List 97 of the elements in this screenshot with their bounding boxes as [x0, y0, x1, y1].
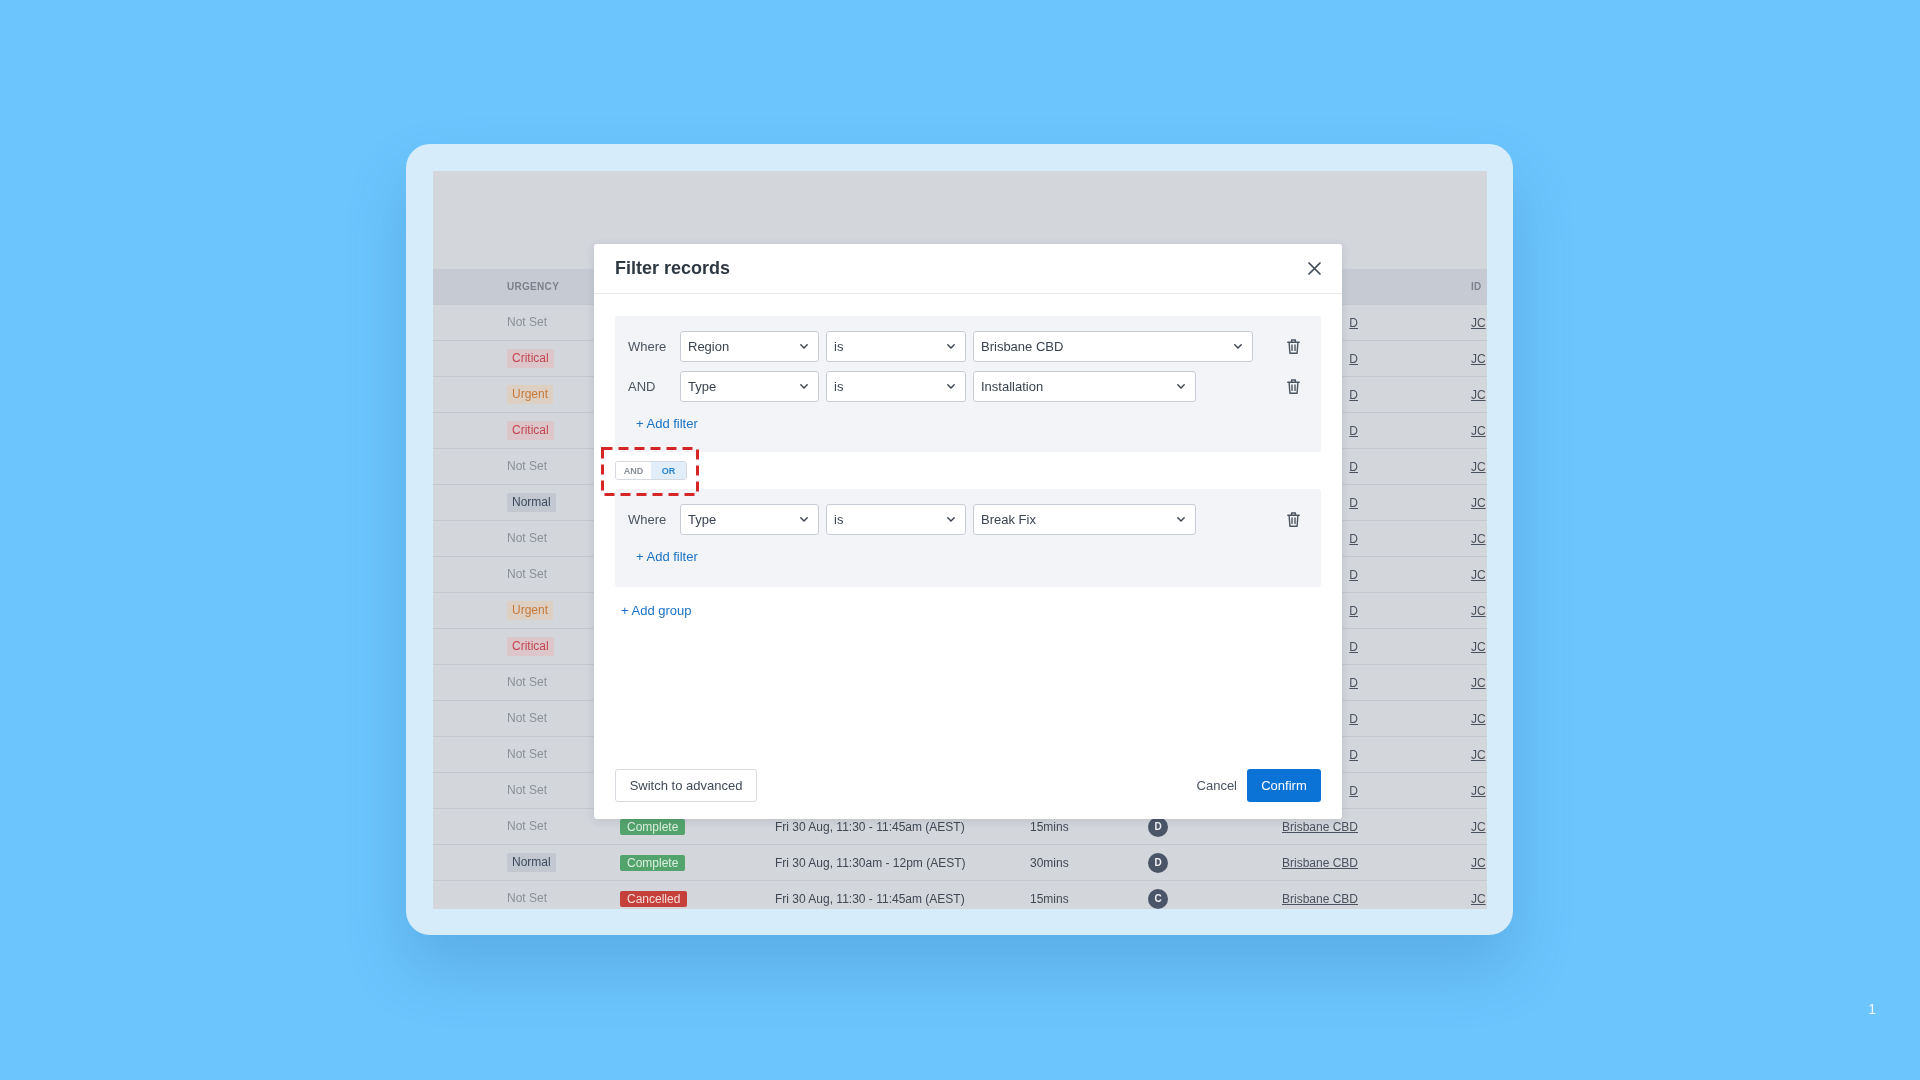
dialog-title: Filter records — [615, 258, 731, 279]
duration-text: 15mins — [1030, 891, 1069, 906]
id-link[interactable]: JC — [1471, 423, 1486, 438]
id-link[interactable]: JC — [1471, 351, 1486, 366]
region-link[interactable]: D — [1349, 387, 1358, 402]
urgency-text: Not Set — [507, 783, 548, 798]
urgency-tag: Critical — [507, 637, 554, 656]
add-filter-link[interactable]: + Add filter — [636, 415, 698, 432]
cancel-button[interactable]: Cancel — [1194, 769, 1239, 802]
urgency-text: Not Set — [507, 891, 548, 906]
region-link[interactable]: Brisbane CBD — [1281, 819, 1358, 834]
region-link[interactable]: D — [1349, 423, 1358, 438]
value-select[interactable]: Break Fix — [973, 504, 1196, 535]
operator-select[interactable]: is — [826, 371, 966, 402]
toggle-option[interactable]: OR — [651, 462, 686, 479]
chevron-down-icon — [800, 517, 808, 522]
duration-text: 15mins — [1030, 819, 1069, 834]
time-text: Fri 30 Aug, 11:30 - 11:45am (AEST) — [775, 819, 965, 834]
assignee-avatar: D — [1148, 852, 1168, 873]
add-group-link[interactable]: + Add group — [621, 602, 692, 619]
connector-label: Where — [628, 339, 668, 354]
region-link[interactable]: D — [1349, 495, 1358, 510]
urgency-tag: Urgent — [507, 601, 554, 620]
region-link[interactable]: Brisbane CBD — [1281, 891, 1358, 906]
add-filter-link[interactable]: + Add filter — [636, 548, 698, 565]
chevron-down-icon — [1177, 384, 1185, 389]
id-link[interactable]: JC — [1471, 567, 1486, 582]
assignee-avatar: C — [1148, 888, 1168, 909]
urgency-text: Not Set — [507, 315, 548, 330]
id-link[interactable]: JC — [1471, 459, 1486, 474]
time-text: Fri 30 Aug, 11:30 - 11:45am (AEST) — [775, 891, 965, 906]
region-link[interactable]: D — [1349, 747, 1358, 762]
region-link[interactable]: Brisbane CBD — [1281, 855, 1358, 870]
urgency-text: Not Set — [507, 747, 548, 762]
chevron-down-icon — [1177, 517, 1185, 522]
chevron-down-icon — [947, 384, 955, 389]
id-link[interactable]: JC — [1471, 711, 1486, 726]
value-select[interactable]: Installation — [973, 371, 1196, 402]
connector-label: AND — [628, 379, 657, 394]
trash-icon[interactable] — [1287, 379, 1300, 394]
id-link[interactable]: JC — [1471, 495, 1486, 510]
urgency-text: Not Set — [507, 819, 548, 834]
region-link[interactable]: D — [1349, 639, 1358, 654]
column-header: ID — [1471, 281, 1482, 292]
id-link[interactable]: JC — [1471, 891, 1486, 906]
chevron-down-icon — [800, 344, 808, 349]
connector-label: Where — [628, 512, 668, 527]
confirm-button[interactable]: Confirm — [1247, 769, 1321, 802]
urgency-text: Not Set — [507, 675, 548, 690]
trash-icon[interactable] — [1287, 339, 1300, 354]
id-link[interactable]: JC — [1471, 639, 1486, 654]
region-link[interactable]: D — [1349, 675, 1358, 690]
urgency-tag: Normal — [507, 493, 556, 512]
column-header: URGENCY — [507, 281, 560, 292]
time-text: Fri 30 Aug, 11:30am - 12pm (AEST) — [775, 855, 966, 870]
switch-to-advanced-button[interactable]: Switch to advanced — [615, 769, 757, 802]
id-link[interactable]: JC — [1471, 531, 1486, 546]
urgency-text: Not Set — [507, 711, 548, 726]
region-link[interactable]: D — [1349, 459, 1358, 474]
trash-icon[interactable] — [1287, 512, 1300, 527]
id-link[interactable]: JC — [1471, 855, 1486, 870]
urgency-tag: Critical — [507, 349, 554, 368]
region-link[interactable]: D — [1349, 315, 1358, 330]
urgency-tag: Normal — [507, 853, 556, 872]
urgency-text: Not Set — [507, 459, 548, 474]
field-select[interactable]: Region — [680, 331, 819, 362]
id-link[interactable]: JC — [1471, 603, 1486, 618]
id-link[interactable]: JC — [1471, 747, 1486, 762]
region-link[interactable]: D — [1349, 531, 1358, 546]
id-link[interactable]: JC — [1471, 783, 1486, 798]
chevron-down-icon — [947, 344, 955, 349]
field-select[interactable]: Type — [680, 504, 819, 535]
status-tag: Complete — [620, 854, 686, 871]
id-link[interactable]: JC — [1471, 387, 1486, 402]
region-link[interactable]: D — [1349, 603, 1358, 618]
chevron-down-icon — [800, 384, 808, 389]
value-select[interactable]: Brisbane CBD — [973, 331, 1253, 362]
close-icon[interactable] — [1308, 262, 1321, 275]
operator-select[interactable]: is — [826, 331, 966, 362]
status-tag: Cancelled — [620, 890, 688, 907]
duration-text: 30mins — [1030, 855, 1069, 870]
region-link[interactable]: D — [1349, 567, 1358, 582]
region-link[interactable]: D — [1349, 783, 1358, 798]
urgency-tag: Critical — [507, 421, 554, 440]
operator-select[interactable]: is — [826, 504, 966, 535]
id-link[interactable]: JC — [1471, 675, 1486, 690]
chevron-down-icon — [1234, 344, 1242, 349]
chevron-down-icon — [947, 517, 955, 522]
urgency-text: Not Set — [507, 567, 548, 582]
urgency-text: Not Set — [507, 531, 548, 546]
page-number: 1 — [1868, 1001, 1876, 1017]
id-link[interactable]: JC — [1471, 315, 1486, 330]
field-select[interactable]: Type — [680, 371, 819, 402]
id-link[interactable]: JC — [1471, 819, 1486, 834]
region-link[interactable]: D — [1349, 711, 1358, 726]
region-link[interactable]: D — [1349, 351, 1358, 366]
urgency-tag: Urgent — [507, 385, 554, 404]
